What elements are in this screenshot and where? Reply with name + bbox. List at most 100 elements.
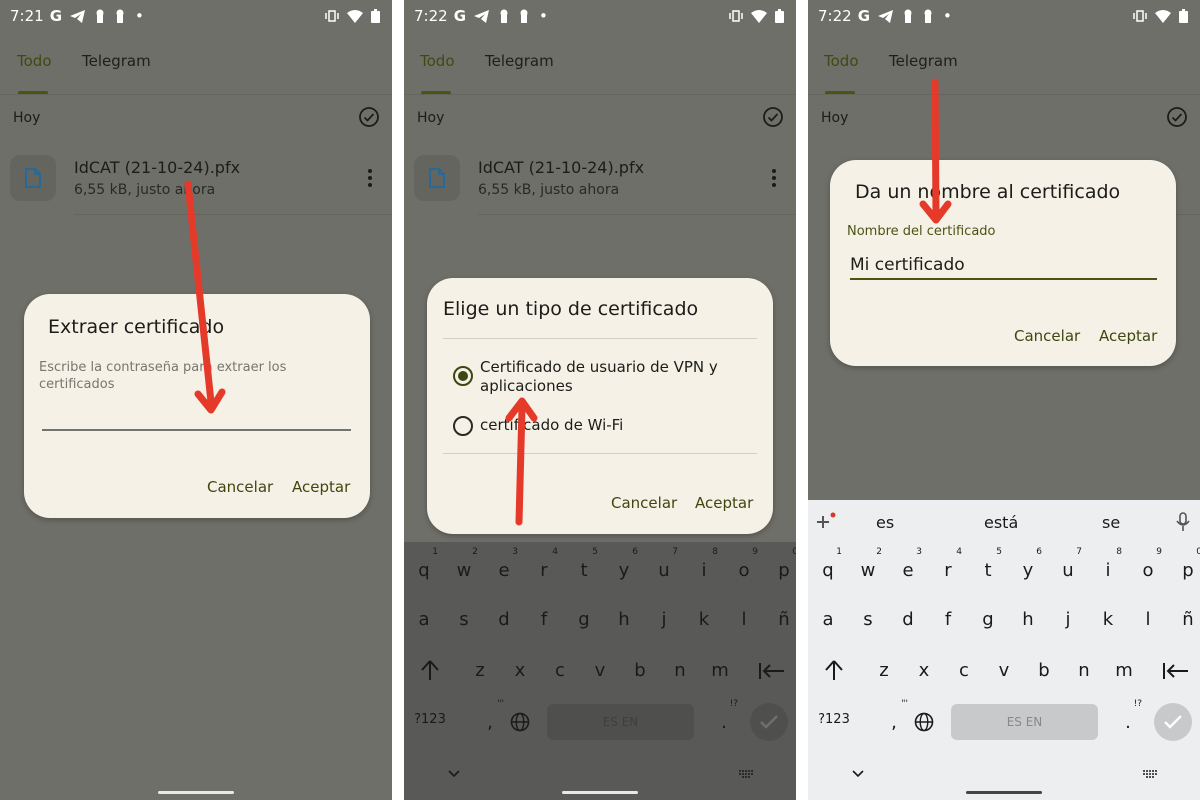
comma-key[interactable]: , "' <box>470 699 510 733</box>
symbols-key[interactable]: ?123 <box>410 712 450 727</box>
key-c[interactable]: c <box>944 660 984 681</box>
tab-todo[interactable]: Todo <box>17 52 52 70</box>
tab-telegram[interactable]: Telegram <box>82 52 151 70</box>
radio-wifi[interactable] <box>453 416 473 436</box>
key-h[interactable]: h <box>604 609 644 630</box>
space-bar[interactable]: ES EN <box>547 704 694 740</box>
space-bar[interactable]: ES EN <box>951 704 1098 740</box>
file-thumbnail[interactable] <box>414 155 460 201</box>
certificate-name-input[interactable]: Mi certificado <box>850 255 965 275</box>
suggestion-1[interactable]: es <box>876 513 894 532</box>
key-i[interactable]: i8 <box>684 547 724 581</box>
key-k[interactable]: k <box>1088 609 1128 630</box>
key-l[interactable]: l <box>1128 609 1168 630</box>
gesture-nav-bar[interactable] <box>158 791 234 794</box>
tab-todo[interactable]: Todo <box>420 52 455 70</box>
hide-keyboard-icon[interactable] <box>448 770 460 778</box>
accept-button[interactable]: Aceptar <box>695 494 753 512</box>
cancel-button[interactable]: Cancelar <box>1014 327 1080 345</box>
key-a[interactable]: a <box>808 609 848 630</box>
key-b[interactable]: b <box>1024 660 1064 681</box>
key-c[interactable]: c <box>540 660 580 681</box>
gesture-nav-bar[interactable] <box>966 791 1042 794</box>
key-h[interactable]: h <box>1008 609 1048 630</box>
key-p[interactable]: p0 <box>764 547 796 581</box>
key-i[interactable]: i8 <box>1088 547 1128 581</box>
key-v[interactable]: v <box>984 660 1024 681</box>
key-r[interactable]: r4 <box>524 547 564 581</box>
option-vpn-apps-label[interactable]: Certificado de usuario de VPN y aplicaci… <box>480 358 750 396</box>
key-k[interactable]: k <box>684 609 724 630</box>
key-y[interactable]: y6 <box>1008 547 1048 581</box>
key-q[interactable]: q1 <box>404 547 444 581</box>
cancel-button[interactable]: Cancelar <box>611 494 677 512</box>
select-all-check-icon[interactable] <box>359 107 379 127</box>
key-s[interactable]: s <box>848 609 888 630</box>
keyboard-switch-icon[interactable] <box>738 769 754 779</box>
key-u[interactable]: u7 <box>644 547 684 581</box>
key-q[interactable]: q1 <box>808 547 848 581</box>
file-thumbnail[interactable] <box>10 155 56 201</box>
key-l[interactable]: l <box>724 609 764 630</box>
key-w[interactable]: w2 <box>848 547 888 581</box>
key-e[interactable]: e3 <box>888 547 928 581</box>
symbols-key[interactable]: ?123 <box>814 712 854 727</box>
backspace-icon[interactable] <box>1163 662 1189 680</box>
key-t[interactable]: t5 <box>564 547 604 581</box>
key-m[interactable]: m <box>1104 660 1144 681</box>
file-name[interactable]: IdCAT (21-10-24).pfx <box>478 158 644 177</box>
keyboard-switch-icon[interactable] <box>1142 769 1158 779</box>
key-z[interactable]: z <box>864 660 904 681</box>
password-input[interactable] <box>42 429 351 431</box>
shift-icon[interactable] <box>420 659 440 681</box>
period-key[interactable]: .!? <box>1108 699 1148 733</box>
key-a[interactable]: a <box>404 609 444 630</box>
key-ñ[interactable]: ñ <box>764 609 796 630</box>
key-b[interactable]: b <box>620 660 660 681</box>
key-n[interactable]: n <box>1064 660 1104 681</box>
hide-keyboard-icon[interactable] <box>852 770 864 778</box>
key-d[interactable]: d <box>484 609 524 630</box>
shift-icon[interactable] <box>824 659 844 681</box>
key-r[interactable]: r4 <box>928 547 968 581</box>
key-g[interactable]: g <box>564 609 604 630</box>
key-g[interactable]: g <box>968 609 1008 630</box>
microphone-icon[interactable] <box>1176 512 1190 532</box>
cancel-button[interactable]: Cancelar <box>207 478 273 496</box>
key-t[interactable]: t5 <box>968 547 1008 581</box>
tab-telegram[interactable]: Telegram <box>485 52 554 70</box>
key-u[interactable]: u7 <box>1048 547 1088 581</box>
accept-button[interactable]: Aceptar <box>292 478 350 496</box>
backspace-icon[interactable] <box>759 662 785 680</box>
more-options-icon[interactable] <box>368 168 372 188</box>
period-key[interactable]: .!? <box>704 699 744 733</box>
key-w[interactable]: w2 <box>444 547 484 581</box>
key-n[interactable]: n <box>660 660 700 681</box>
key-f[interactable]: f <box>928 609 968 630</box>
key-y[interactable]: y6 <box>604 547 644 581</box>
key-e[interactable]: e3 <box>484 547 524 581</box>
key-ñ[interactable]: ñ <box>1168 609 1200 630</box>
key-d[interactable]: d <box>888 609 928 630</box>
add-icon[interactable] <box>816 512 836 530</box>
globe-icon[interactable] <box>914 712 934 732</box>
key-j[interactable]: j <box>1048 609 1088 630</box>
accept-button[interactable]: Aceptar <box>1099 327 1157 345</box>
key-m[interactable]: m <box>700 660 740 681</box>
comma-key[interactable]: , "' <box>874 699 914 733</box>
key-x[interactable]: x <box>904 660 944 681</box>
more-options-icon[interactable] <box>772 168 776 188</box>
key-o[interactable]: o9 <box>1128 547 1168 581</box>
file-name[interactable]: IdCAT (21-10-24).pfx <box>74 158 240 177</box>
option-wifi-label[interactable]: certificado de Wi-Fi <box>480 416 623 435</box>
key-j[interactable]: j <box>644 609 684 630</box>
key-f[interactable]: f <box>524 609 564 630</box>
select-all-check-icon[interactable] <box>763 107 783 127</box>
key-p[interactable]: p0 <box>1168 547 1200 581</box>
select-all-check-icon[interactable] <box>1167 107 1187 127</box>
key-v[interactable]: v <box>580 660 620 681</box>
radio-vpn-apps[interactable] <box>453 366 473 386</box>
key-s[interactable]: s <box>444 609 484 630</box>
key-o[interactable]: o9 <box>724 547 764 581</box>
suggestion-3[interactable]: se <box>1102 513 1120 532</box>
